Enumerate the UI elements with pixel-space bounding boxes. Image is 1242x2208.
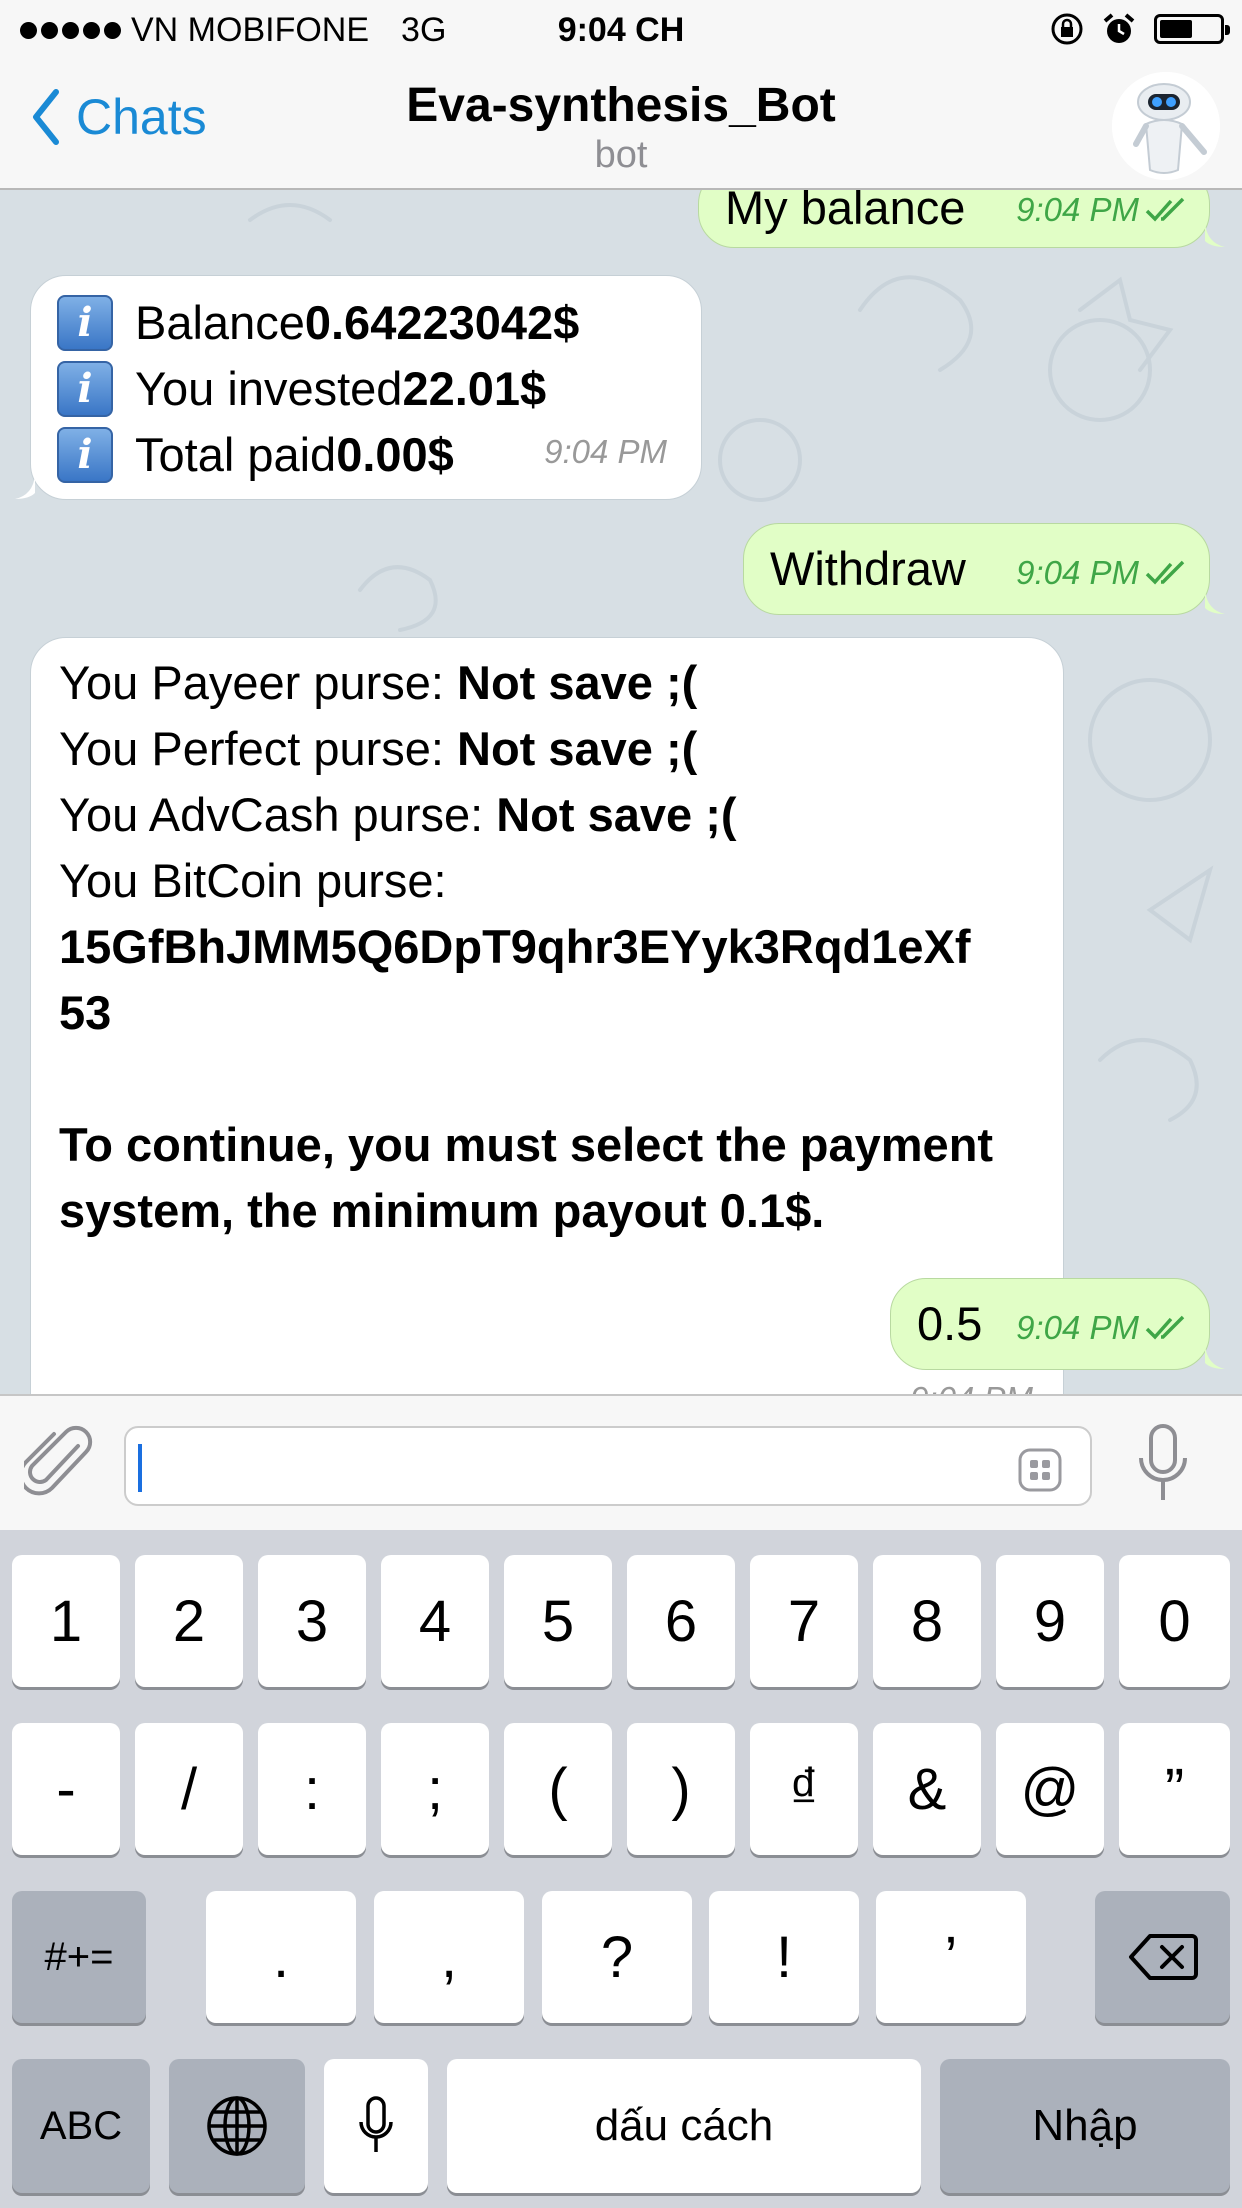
status-bar: VN MOBIFONE 3G 9:04 CH <box>0 0 1242 62</box>
key-6[interactable]: 6 <box>627 1555 735 1687</box>
robot-avatar-icon[interactable] <box>1112 72 1220 180</box>
message-bubble-outgoing[interactable]: My balance 9:04 PM <box>698 190 1225 248</box>
key-colon[interactable]: : <box>258 1723 366 1855</box>
key-4[interactable]: 4 <box>381 1555 489 1687</box>
key-open-paren[interactable]: ( <box>504 1723 612 1855</box>
invested-value: 22.01$ <box>402 362 547 415</box>
message-text: 0.5 <box>917 1297 983 1350</box>
double-check-icon <box>1145 560 1185 585</box>
key-close-paren[interactable]: ) <box>627 1723 735 1855</box>
globe-key[interactable] <box>169 2059 305 2193</box>
key-comma[interactable]: , <box>374 1891 524 2023</box>
return-key[interactable]: Nhập <box>940 2059 1230 2193</box>
keyboard: 1 2 3 4 5 6 7 8 9 0 - / : ; ( ) ₫ & @ ” … <box>0 1530 1242 2208</box>
globe-icon <box>207 2096 267 2156</box>
balance-row: i Balance 0.64223042$ <box>57 290 677 356</box>
key-7[interactable]: 7 <box>750 1555 858 1687</box>
message-time: 9:04 PM <box>1016 1309 1139 1346</box>
key-5[interactable]: 5 <box>504 1555 612 1687</box>
message-input[interactable] <box>124 1426 1092 1506</box>
sticker-icon[interactable] <box>1018 1448 1062 1492</box>
bitcoin-purse-line: You BitCoin purse: <box>59 854 447 907</box>
info-icon: i <box>57 361 113 417</box>
key-slash[interactable]: / <box>135 1723 243 1855</box>
message-time: 9:04 PM <box>544 433 667 470</box>
text-caret <box>138 1444 142 1492</box>
message-text: My balance <box>725 190 966 234</box>
key-question[interactable]: ? <box>542 1891 692 2023</box>
key-exclamation[interactable]: ! <box>709 1891 859 2023</box>
message-time: 9:04 PM <box>1016 554 1139 591</box>
message-bubble-outgoing[interactable]: Withdraw 9:04 PM <box>743 523 1225 615</box>
bitcoin-address-end: 53 <box>59 986 112 1039</box>
double-check-icon <box>1145 197 1185 222</box>
orientation-lock-icon <box>1051 13 1083 45</box>
key-8[interactable]: 8 <box>873 1555 981 1687</box>
message-time: 9:04 PM <box>910 1366 1033 1394</box>
message-time: 9:04 PM <box>1016 191 1139 228</box>
microphone-icon[interactable] <box>1136 1422 1190 1506</box>
microphone-icon <box>359 2096 393 2152</box>
key-3[interactable]: 3 <box>258 1555 366 1687</box>
chat-header: Chats Eva-synthesis_Bot bot <box>0 62 1242 190</box>
info-icon: i <box>57 427 113 483</box>
info-icon: i <box>57 295 113 351</box>
bitcoin-address[interactable]: 15GfBhJMM5Q6DpT9qhr3EYyk3Rqd1eXf <box>59 914 1039 980</box>
invested-row: i You invested 22.01$ <box>57 356 677 422</box>
battery-icon <box>1154 14 1230 44</box>
backspace-icon <box>1128 1934 1198 1980</box>
chat-subtitle: bot <box>594 134 648 176</box>
message-input-bar <box>0 1394 1242 1530</box>
symbols-toggle-key[interactable]: #+= <box>12 1891 146 2023</box>
message-bubble-incoming[interactable]: You Payeer purse: Not save ;( You Perfec… <box>30 637 1064 1394</box>
continue-instruction: To continue, you must select the payment <box>59 1118 994 1171</box>
key-9[interactable]: 9 <box>996 1555 1104 1687</box>
key-0[interactable]: 0 <box>1119 1555 1230 1687</box>
balance-value: 0.64223042$ <box>304 296 580 349</box>
advcash-purse-line: You AdvCash purse: Not save ;( <box>59 788 737 841</box>
double-check-icon <box>1145 1315 1185 1340</box>
message-bubble-incoming[interactable]: i Balance 0.64223042$ i You invested 22.… <box>15 275 702 500</box>
message-text: Withdraw <box>770 542 966 595</box>
key-semicolon[interactable]: ; <box>381 1723 489 1855</box>
payeer-purse-line: You Payeer purse: Not save ;( <box>59 656 698 709</box>
backspace-key[interactable] <box>1095 1891 1230 2023</box>
key-dong[interactable]: ₫ <box>750 1723 858 1855</box>
alarm-icon <box>1103 13 1135 43</box>
dictation-key[interactable] <box>324 2059 428 2193</box>
key-1[interactable]: 1 <box>12 1555 120 1687</box>
space-key[interactable]: dấu cách <box>447 2059 921 2193</box>
key-2[interactable]: 2 <box>135 1555 243 1687</box>
key-period[interactable]: . <box>206 1891 356 2023</box>
abc-key[interactable]: ABC <box>12 2059 150 2193</box>
key-apostrophe[interactable]: ’ <box>876 1891 1026 2023</box>
message-bubble-outgoing[interactable]: 0.5 9:04 PM <box>890 1278 1225 1370</box>
continue-instruction-2: system, the minimum payout 0.1$. <box>59 1184 825 1237</box>
key-quote[interactable]: ” <box>1119 1723 1230 1855</box>
key-ampersand[interactable]: & <box>873 1723 981 1855</box>
total-paid-value: 0.00$ <box>336 428 454 481</box>
key-at[interactable]: @ <box>996 1723 1104 1855</box>
perfect-purse-line: You Perfect purse: Not save ;( <box>59 722 698 775</box>
message-list[interactable]: My balance 9:04 PM i Balance 0.64223042$… <box>0 190 1242 1394</box>
key-hyphen[interactable]: - <box>12 1723 120 1855</box>
paperclip-icon[interactable] <box>24 1424 94 1504</box>
chat-title[interactable]: Eva-synthesis_Bot <box>0 78 1242 133</box>
